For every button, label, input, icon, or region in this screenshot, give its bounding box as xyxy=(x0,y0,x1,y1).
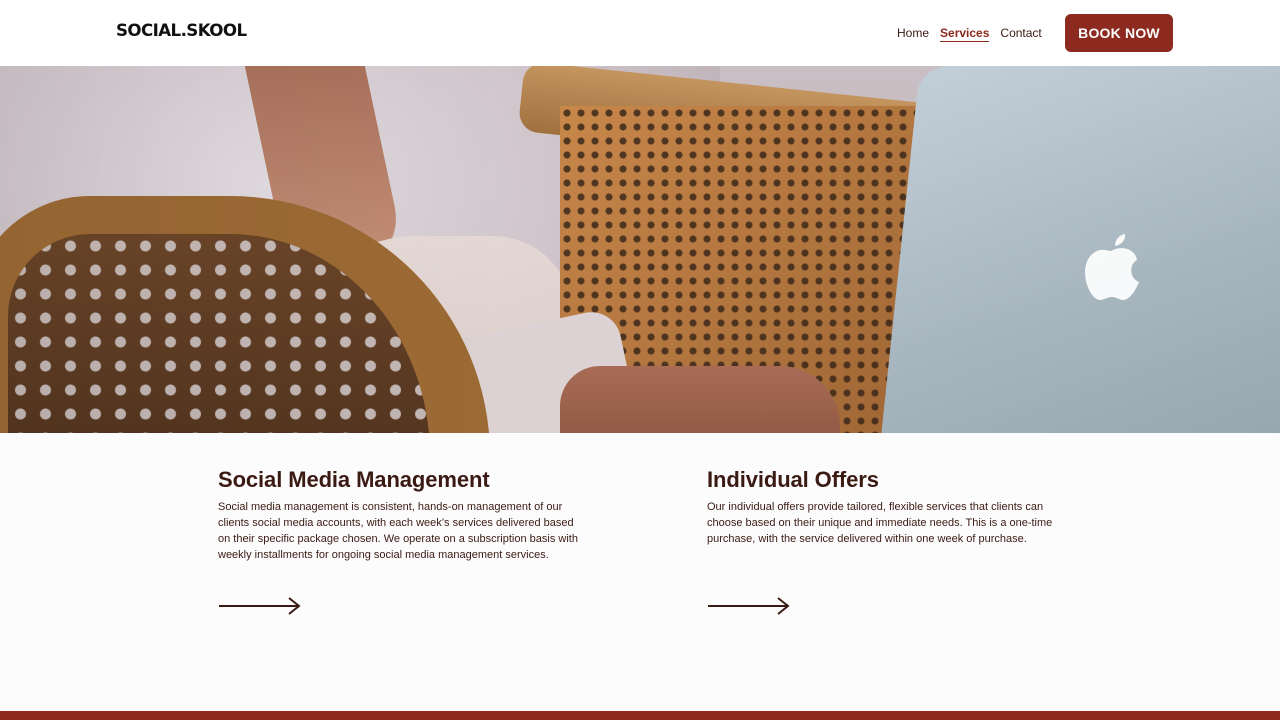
service-individual-offers: Individual Offers Our individual offers … xyxy=(707,467,1067,547)
site-header: SOCIAL.SKOOL Home Services Contact BOOK … xyxy=(0,0,1280,66)
main-nav: Home Services Contact xyxy=(897,25,1042,42)
hero-image xyxy=(0,66,1280,433)
hero-overlay xyxy=(0,66,1280,433)
arrow-right-icon[interactable] xyxy=(218,596,302,616)
logo[interactable]: SOCIAL.SKOOL xyxy=(116,21,247,41)
book-now-button[interactable]: BOOK NOW xyxy=(1065,14,1173,52)
nav-services[interactable]: Services xyxy=(940,25,990,42)
service-description: Our individual offers provide tailored, … xyxy=(707,501,1053,545)
service-title: Individual Offers xyxy=(707,467,879,492)
nav-home[interactable]: Home xyxy=(897,25,929,42)
nav-contact[interactable]: Contact xyxy=(1000,25,1041,42)
service-social-media-management: Social Media Management Social media man… xyxy=(218,467,578,563)
service-description: Social media management is consistent, h… xyxy=(218,501,578,561)
service-title: Social Media Management xyxy=(218,467,490,492)
arrow-right-icon[interactable] xyxy=(707,596,791,616)
footer-bar xyxy=(0,711,1280,720)
